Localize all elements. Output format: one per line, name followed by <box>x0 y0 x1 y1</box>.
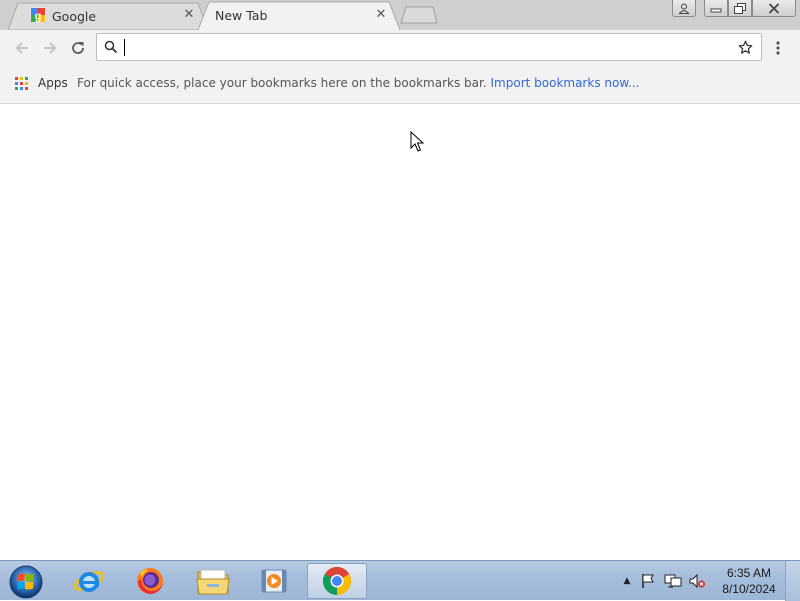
import-bookmarks-link[interactable]: Import bookmarks now... <box>491 76 640 90</box>
close-icon[interactable] <box>752 0 796 17</box>
restore-icon[interactable] <box>728 0 752 17</box>
bookmarks-hint: For quick access, place your bookmarks h… <box>77 76 640 90</box>
apps-button[interactable]: Apps <box>38 76 68 90</box>
menu-icon[interactable] <box>768 38 788 58</box>
google-favicon-icon: g <box>30 7 46 23</box>
apps-icon[interactable] <box>15 77 28 90</box>
profile-icon[interactable] <box>672 0 696 17</box>
browser-toolbar <box>0 30 800 66</box>
mouse-cursor-icon <box>410 131 424 152</box>
tab-strip: g Google ✕ New Tab ✕ <box>0 0 800 30</box>
text-caret <box>124 39 125 56</box>
internet-explorer-icon <box>73 571 105 592</box>
start-button[interactable] <box>6 563 46 599</box>
address-input[interactable] <box>123 37 723 57</box>
media-player-icon <box>261 569 287 593</box>
star-icon[interactable] <box>738 40 753 55</box>
taskbar-internet-explorer[interactable] <box>60 563 118 599</box>
system-clock[interactable]: 6:35 AM 8/10/2024 <box>718 565 780 597</box>
tab-google[interactable]: g Google ✕ <box>8 2 208 30</box>
tab-close-icon[interactable]: ✕ <box>182 8 196 22</box>
forward-icon[interactable] <box>40 38 60 58</box>
taskbar-firefox[interactable] <box>121 563 179 599</box>
search-icon <box>104 40 118 54</box>
tab-close-icon[interactable]: ✕ <box>374 8 388 22</box>
tab-label: Google <box>52 9 97 24</box>
minimize-icon[interactable] <box>704 0 728 17</box>
new-tab-button[interactable] <box>400 6 438 24</box>
clock-time: 6:35 AM <box>726 566 772 580</box>
firefox-icon <box>137 568 163 594</box>
window-controls <box>672 0 796 18</box>
taskbar-file-explorer[interactable] <box>184 563 242 599</box>
tab-new-tab[interactable]: New Tab ✕ <box>198 1 400 30</box>
chrome-icon <box>323 567 351 595</box>
network-icon[interactable] <box>664 573 682 589</box>
bookmarks-hint-text: For quick access, place your bookmarks h… <box>77 76 487 90</box>
taskbar-chrome[interactable] <box>307 563 367 599</box>
system-tray: ▲ <box>620 561 706 601</box>
tab-label: New Tab <box>215 8 268 23</box>
reload-icon[interactable] <box>68 38 88 58</box>
show-hidden-icons-icon[interactable]: ▲ <box>620 576 634 586</box>
show-desktop-button[interactable] <box>785 561 800 601</box>
page-content <box>0 104 800 560</box>
back-icon[interactable] <box>12 38 32 58</box>
clock-date: 8/10/2024 <box>722 582 776 596</box>
taskbar-media-player[interactable] <box>245 563 303 599</box>
taskbar: ▲ 6:35 AM 8/10/2024 <box>0 560 800 601</box>
volume-muted-icon[interactable] <box>688 573 706 589</box>
svg-text:g: g <box>35 11 42 23</box>
folder-icon <box>196 569 230 595</box>
omnibox[interactable] <box>96 33 762 61</box>
action-center-flag-icon[interactable] <box>640 573 656 589</box>
bookmarks-bar: Apps For quick access, place your bookma… <box>0 66 800 104</box>
